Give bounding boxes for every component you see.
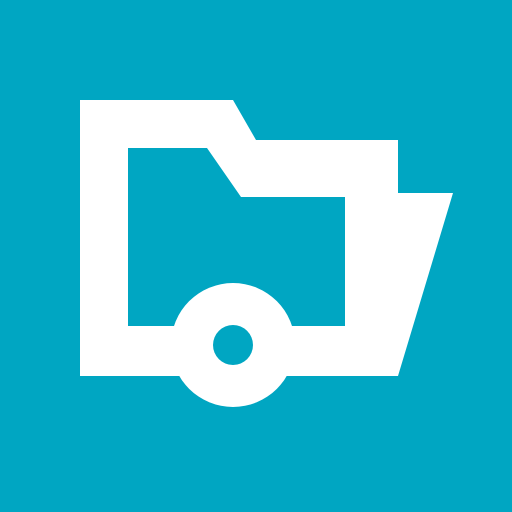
icon-background: [0, 0, 512, 512]
folder-disc-icon: [0, 0, 512, 512]
disc-hole-shape: [213, 325, 253, 365]
app-icon-tile: [0, 0, 512, 512]
